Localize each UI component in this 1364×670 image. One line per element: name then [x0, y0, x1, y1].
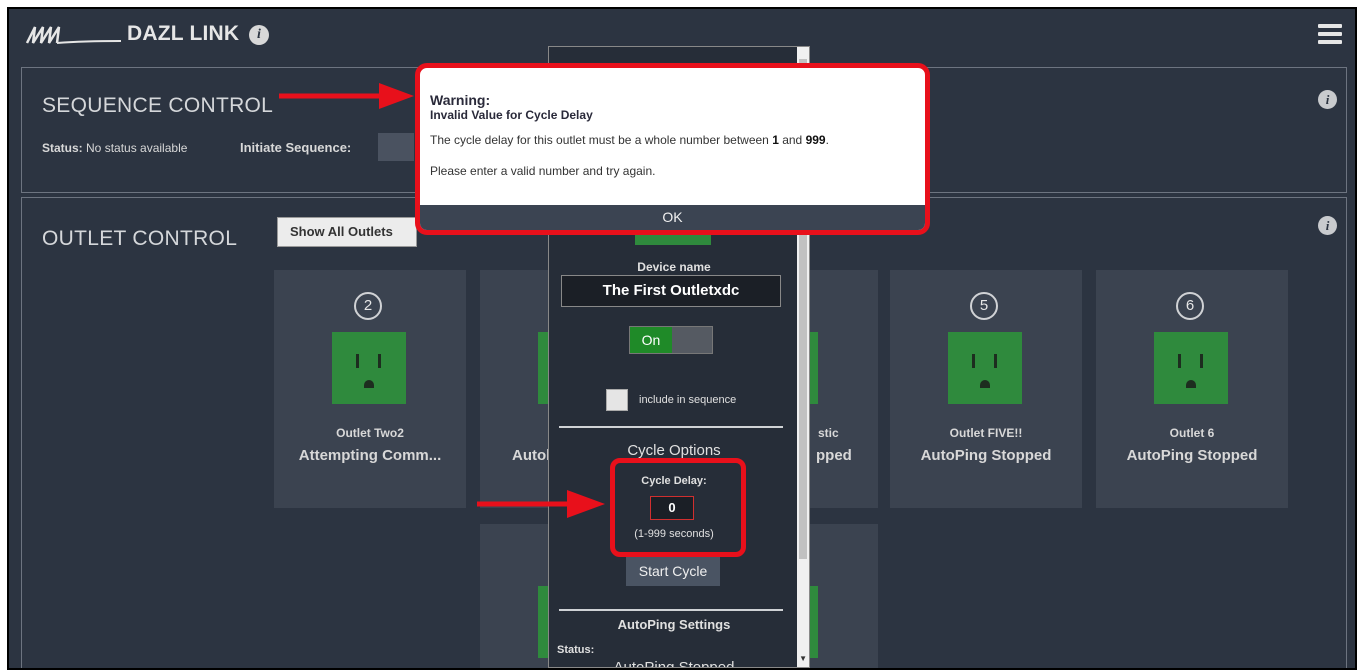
outlet-status: Attempting Comm... [298, 447, 442, 464]
outlet-number: 2 [354, 292, 382, 320]
warning-message: The cycle delay for this outlet must be … [430, 133, 829, 147]
power-toggle[interactable]: On [629, 326, 713, 354]
warning-min: 1 [772, 133, 779, 147]
include-in-sequence-checkbox[interactable] [606, 389, 628, 411]
autoping-status-label: Status: [557, 644, 595, 656]
autoping-status-value: AutoPing Stopped [613, 659, 735, 668]
outlet-card[interactable]: 6 Outlet 6 AutoPing Stopped [1096, 270, 1288, 508]
outlet-card[interactable]: 2 Outlet Two2 Attempting Comm... [274, 270, 466, 508]
sequence-status: Status: No status available [42, 141, 187, 155]
initiate-sequence-label: Initiate Sequence: [240, 140, 352, 155]
outlet-plug-icon[interactable] [948, 332, 1022, 404]
outlet-status: AutoPing Stopped [1126, 447, 1258, 464]
include-in-sequence-label: include in sequence [639, 394, 737, 406]
device-name-input[interactable]: The First Outletxdc [561, 275, 781, 307]
outlet-filter-select[interactable]: Show All Outlets [277, 217, 417, 247]
outlet-card[interactable]: 5 Outlet FIVE!! AutoPing Stopped [890, 270, 1082, 508]
outlet-plug-icon[interactable] [332, 332, 406, 404]
outlet-name: Outlet 6 [1169, 426, 1215, 440]
outlet-plug-icon[interactable] [1154, 332, 1228, 404]
app-title: DAZL LINK [127, 22, 240, 45]
outlet-name: Outlet FIVE!! [949, 426, 1023, 440]
outlet-info-icon[interactable]: i [1318, 216, 1337, 235]
outlet-name: Outlet Two2 [336, 426, 404, 440]
arrow-right-icon [477, 490, 605, 518]
ok-button[interactable]: OK [420, 205, 925, 230]
warning-max: 999 [805, 133, 826, 147]
warning-subtitle: Invalid Value for Cycle Delay [430, 108, 593, 122]
cycle-delay-highlight [610, 458, 746, 557]
sequence-control-title: SEQUENCE CONTROL [42, 94, 274, 117]
device-name-label: Device name [637, 260, 711, 274]
sequence-info-icon[interactable]: i [1318, 90, 1337, 109]
warning-title: Warning: [430, 92, 491, 108]
scroll-down-icon[interactable]: ▼ [799, 654, 807, 663]
outlet-status: AutoPing Stopped [920, 447, 1052, 464]
cycle-options-title: Cycle Options [627, 442, 721, 459]
info-icon[interactable]: i [249, 25, 269, 45]
autoping-settings-title: AutoPing Settings [617, 617, 731, 632]
toggle-on-label: On [630, 327, 672, 353]
brand-logo [25, 26, 122, 44]
start-cycle-button[interactable]: Start Cycle [626, 556, 720, 586]
app-window: DAZL LINK i SEQUENCE CONTROL Status: No … [7, 7, 1357, 670]
status-label: Status: [42, 141, 83, 155]
outlet-number: 5 [970, 292, 998, 320]
divider [559, 609, 783, 611]
arrow-right-icon [279, 83, 414, 109]
status-value: No status available [86, 141, 188, 155]
divider [559, 426, 783, 428]
outlet-control-title: OUTLET CONTROL [42, 227, 238, 250]
warning-message-retry: Please enter a valid number and try agai… [430, 164, 656, 178]
initiate-sequence-button[interactable] [378, 133, 414, 161]
hamburger-menu-icon[interactable] [1318, 24, 1342, 44]
warning-dialog: Warning: Invalid Value for Cycle Delay T… [415, 63, 930, 235]
outlet-number: 6 [1176, 292, 1204, 320]
